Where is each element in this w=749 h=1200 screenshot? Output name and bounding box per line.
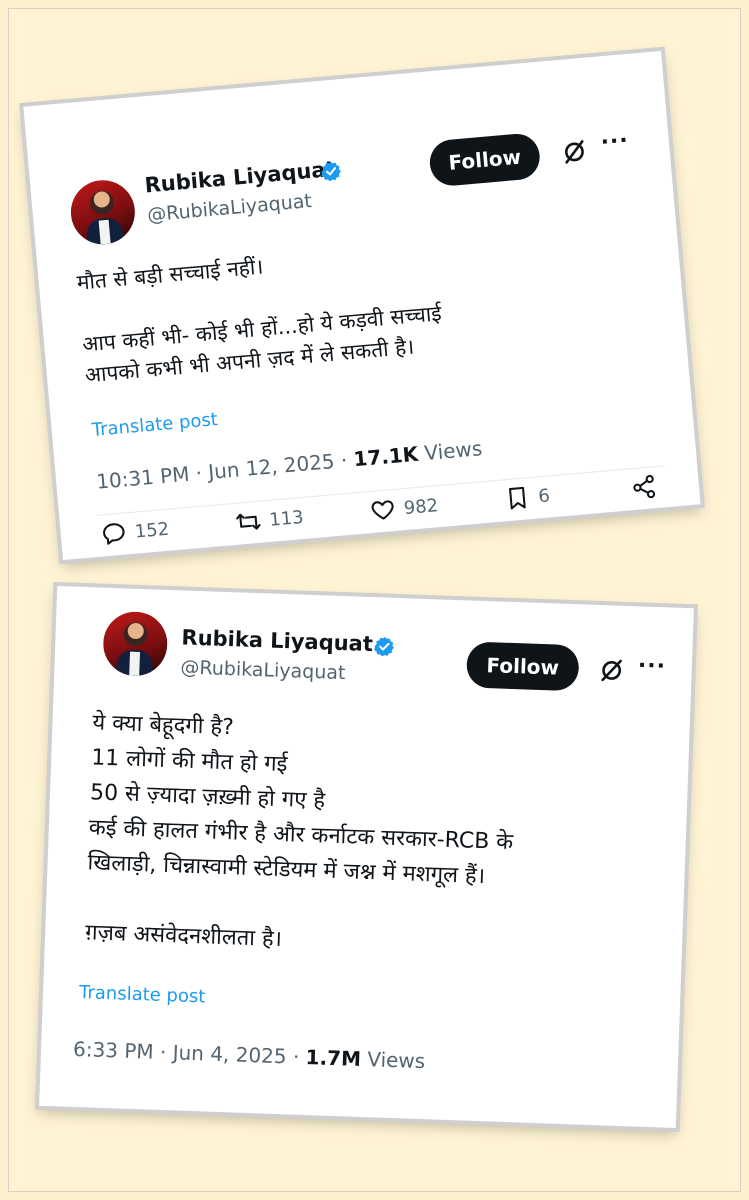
verified-badge-icon — [374, 636, 394, 657]
repost-icon — [236, 513, 261, 530]
like-count: 982 — [402, 494, 439, 519]
verified-badge-icon — [321, 161, 341, 182]
tweet-card-1: Rubika Liyaquat @RubikaLiyaquat Follow ·… — [23, 50, 701, 561]
like-button[interactable]: 982 — [369, 492, 439, 524]
tweet-card-2: Rubika Liyaquat @RubikaLiyaquat Follow ·… — [39, 586, 694, 1128]
share-button[interactable] — [630, 473, 658, 501]
repost-button[interactable]: 113 — [234, 504, 304, 536]
author-handle[interactable]: @RubikaLiyaquat — [146, 190, 312, 226]
bookmark-icon — [509, 486, 526, 510]
timestamp[interactable]: 6:33 PM · Jun 4, 2025 · — [73, 1037, 306, 1069]
reply-icon — [103, 523, 125, 545]
views-count: 17.1K — [352, 441, 420, 472]
reply-button[interactable]: 152 — [100, 516, 170, 548]
views-label: Views — [360, 1046, 426, 1074]
bookmark-count: 6 — [537, 484, 551, 507]
heart-icon — [371, 500, 394, 520]
translate-post-link[interactable]: Translate post — [79, 982, 206, 1007]
bookmark-button[interactable]: 6 — [503, 482, 551, 512]
repost-count: 113 — [268, 506, 305, 531]
views-label: Views — [417, 436, 484, 466]
reply-count: 152 — [133, 518, 170, 543]
share-icon — [633, 474, 656, 499]
tweet-meta: 6:33 PM · Jun 4, 2025 · 1.7M Views — [73, 1037, 426, 1073]
views-count: 1.7M — [305, 1045, 362, 1071]
tweet-text: मौत से बड़ी सच्चाई नहीं। आप कहीं भी- कोई… — [76, 236, 446, 391]
translate-post-link[interactable]: Translate post — [91, 409, 219, 441]
grok-icon[interactable] — [598, 657, 625, 684]
follow-button[interactable]: Follow — [427, 132, 542, 188]
more-options-icon[interactable]: ··· — [637, 653, 666, 679]
avatar[interactable] — [102, 610, 169, 677]
grok-icon[interactable] — [560, 138, 588, 166]
follow-button[interactable]: Follow — [465, 641, 580, 692]
tweet-text: ये क्या बेहूदगी है? 11 लोगों की मौत हो ग… — [85, 705, 518, 965]
timestamp[interactable]: 10:31 PM · Jun 12, 2025 · — [95, 447, 354, 494]
more-options-icon[interactable]: ··· — [600, 128, 630, 155]
avatar[interactable] — [68, 177, 138, 247]
author-handle[interactable]: @RubikaLiyaquat — [180, 656, 346, 684]
author-name[interactable]: Rubika Liyaquat — [181, 625, 373, 656]
